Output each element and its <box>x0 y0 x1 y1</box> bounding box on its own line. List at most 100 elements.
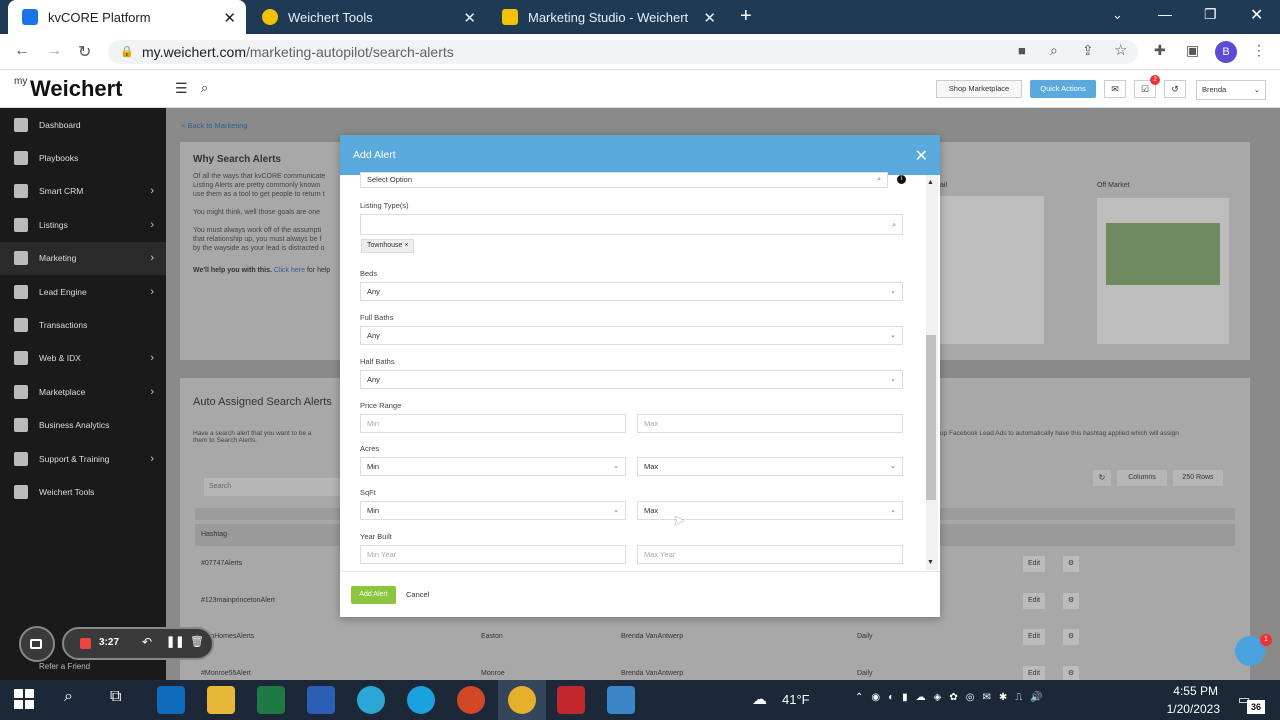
weather-temp[interactable]: 41°F <box>782 692 810 707</box>
system-tray-icons[interactable]: ⌃◉◐▮☁◈✿◎✉✱⎍🔊 <box>855 692 1051 703</box>
sidebar-item-support-training[interactable]: Support & Training › <box>0 442 166 475</box>
settings-icon[interactable]: ⚙ <box>1063 556 1079 572</box>
tab-marketing-studio[interactable]: Marketing Studio - Weichert ✕ <box>488 0 726 34</box>
scrollbar-thumb[interactable] <box>926 335 936 500</box>
excel-icon[interactable] <box>257 686 285 714</box>
bookmark-star-icon[interactable]: ☆ <box>1114 41 1127 59</box>
acres-min-select[interactable]: Min ⌄ <box>360 457 626 476</box>
sidebar-item-listings[interactable]: Listings › <box>0 208 166 241</box>
stop-record-icon[interactable] <box>80 638 91 649</box>
windows-start-icon[interactable] <box>14 689 34 709</box>
refresh-icon[interactable]: ↻ <box>1093 470 1111 486</box>
back-arrow-icon[interactable]: ← <box>14 42 30 60</box>
share-icon[interactable]: ⇪ <box>1082 42 1094 59</box>
file-explorer-icon[interactable] <box>207 686 235 714</box>
search-icon[interactable]: ⌕ <box>201 80 208 96</box>
skype-icon[interactable] <box>407 686 435 714</box>
settings-icon[interactable]: ⚙ <box>1063 629 1079 646</box>
edit-button[interactable]: Edit <box>1023 592 1046 609</box>
half-baths-select[interactable]: Any ⌄ <box>360 370 903 389</box>
trash-icon[interactable]: 🗑 <box>190 635 204 648</box>
beds-select[interactable]: Any ⌄ <box>360 282 903 301</box>
sidebar-item-weichert-tools[interactable]: Weichert Tools <box>0 475 166 508</box>
settings-icon[interactable]: ⚙ <box>1063 592 1079 609</box>
sidebar-item-transactions[interactable]: Transactions <box>0 308 166 341</box>
profile-avatar[interactable]: B <box>1215 41 1237 63</box>
url-bar[interactable]: 🔒 my.weichert.com/marketing-autopilot/se… <box>108 40 1138 64</box>
acres-max-select[interactable]: Max ⌄ <box>637 457 903 476</box>
scroll-up-icon[interactable]: ▲ <box>927 179 934 186</box>
cancel-button[interactable]: Cancel <box>406 586 429 604</box>
year-min-input[interactable]: Min Year <box>360 545 626 564</box>
year-max-input[interactable]: Max Year <box>637 545 903 564</box>
close-icon[interactable]: ✕ <box>463 9 476 27</box>
close-icon[interactable]: ✕ <box>703 9 716 27</box>
user-menu[interactable]: Brenda ⌄ <box>1196 80 1266 100</box>
sidebar-item-marketing[interactable]: Marketing › <box>0 241 166 275</box>
sidebar-item-business-analytics[interactable]: Business Analytics <box>0 409 166 442</box>
minimize-icon[interactable]: — <box>1158 6 1172 22</box>
tab-weichert-tools[interactable]: Weichert Tools ✕ <box>248 0 486 34</box>
word-icon[interactable] <box>307 686 335 714</box>
why-title: Why Search Alerts <box>193 154 281 165</box>
photos-icon[interactable] <box>607 686 635 714</box>
sidebar-item-smart-crm[interactable]: Smart CRM › <box>0 175 166 208</box>
camera-toggle-button[interactable] <box>19 626 55 662</box>
sidebar-item-dashboard[interactable]: Dashboard <box>0 108 166 141</box>
add-alert-modal: Add Alert ✕ Select Option ⌕ i Listing Typ… <box>340 135 940 617</box>
close-icon[interactable]: ✕ <box>915 146 928 166</box>
info-icon[interactable]: i <box>897 175 906 184</box>
sidebar-item-marketplace[interactable]: Marketplace › <box>0 375 166 408</box>
price-min-input[interactable]: Min <box>360 414 626 433</box>
powerpoint-icon[interactable] <box>457 686 485 714</box>
close-icon[interactable]: ✕ <box>223 9 236 27</box>
acrobat-icon[interactable] <box>557 686 585 714</box>
restore-icon[interactable]: ❐ <box>1204 6 1217 23</box>
add-alert-button[interactable]: Add Alert <box>351 586 396 604</box>
refer-a-friend-link[interactable]: Refer a Friend <box>39 662 90 671</box>
quick-actions-button[interactable]: Quick Actions <box>1030 80 1096 98</box>
help-link[interactable]: Click here <box>274 267 305 274</box>
sqft-min-select[interactable]: Min ⌄ <box>360 501 626 520</box>
history-icon[interactable]: ↺ <box>1164 80 1186 98</box>
zoom-icon[interactable]: ⌕ <box>1050 42 1058 59</box>
clock-time[interactable]: 4:55 PM <box>1168 684 1218 698</box>
sidebar-item-playbooks[interactable]: Playbooks <box>0 141 166 174</box>
table-search-input[interactable]: Search <box>204 478 340 496</box>
price-max-input[interactable]: Max <box>637 414 903 433</box>
select-option-field[interactable]: Select Option ⌕ <box>360 172 888 188</box>
table-row[interactable]: stonHomesAlerts Easton Brenda VanAntwerp Da… <box>195 627 1235 647</box>
tag-townhouse[interactable]: Townhouse × <box>361 239 415 253</box>
edit-button[interactable]: Edit <box>1023 629 1046 646</box>
menu-dots-icon[interactable]: ⋮ <box>1252 42 1266 59</box>
tab-kvcore[interactable]: kvCORE Platform ✕ <box>8 0 246 34</box>
listing-type-input[interactable]: ⌕ <box>360 214 903 235</box>
taskbar-search-icon[interactable]: ⌕ <box>64 688 73 706</box>
clock-date[interactable]: 1/20/2023 <box>1162 702 1220 716</box>
shop-marketplace-button[interactable]: Shop Marketplace <box>936 80 1022 98</box>
hamburger-menu-icon[interactable]: ☰ <box>175 80 188 97</box>
edit-button[interactable]: Edit <box>1023 556 1046 572</box>
window-close-icon[interactable]: ✕ <box>1250 5 1263 25</box>
camera-icon[interactable]: ■ <box>1018 43 1026 58</box>
extensions-icon[interactable]: ✚ <box>1154 42 1166 59</box>
sidepanel-icon[interactable]: ▣ <box>1186 42 1199 59</box>
undo-icon[interactable]: ↶ <box>142 635 152 649</box>
mail-icon[interactable]: ✉ <box>1104 80 1126 98</box>
task-view-icon[interactable]: ⧉ <box>110 688 121 706</box>
rows-button[interactable]: 250 Rows <box>1173 470 1223 486</box>
pause-icon[interactable]: ❚❚ <box>166 635 184 648</box>
forward-arrow-icon[interactable]: → <box>46 42 62 60</box>
scroll-down-icon[interactable]: ▼ <box>927 559 934 566</box>
new-tab-button[interactable]: + <box>740 5 752 28</box>
columns-button[interactable]: Columns <box>1117 470 1167 486</box>
sidebar-item-lead-engine[interactable]: Lead Engine › <box>0 275 166 308</box>
reload-icon[interactable]: ↻ <box>78 42 91 62</box>
sidebar-item-web-idx[interactable]: Web & IDX › <box>0 342 166 375</box>
chrome-icon[interactable] <box>508 686 536 714</box>
full-baths-select[interactable]: Any ⌄ <box>360 326 903 345</box>
tab-search-icon[interactable]: ⌄ <box>1112 7 1123 23</box>
edge-icon[interactable] <box>357 686 385 714</box>
outlook-icon[interactable] <box>157 686 185 714</box>
back-to-marketing-link[interactable]: < Back to Marketing <box>181 121 248 130</box>
